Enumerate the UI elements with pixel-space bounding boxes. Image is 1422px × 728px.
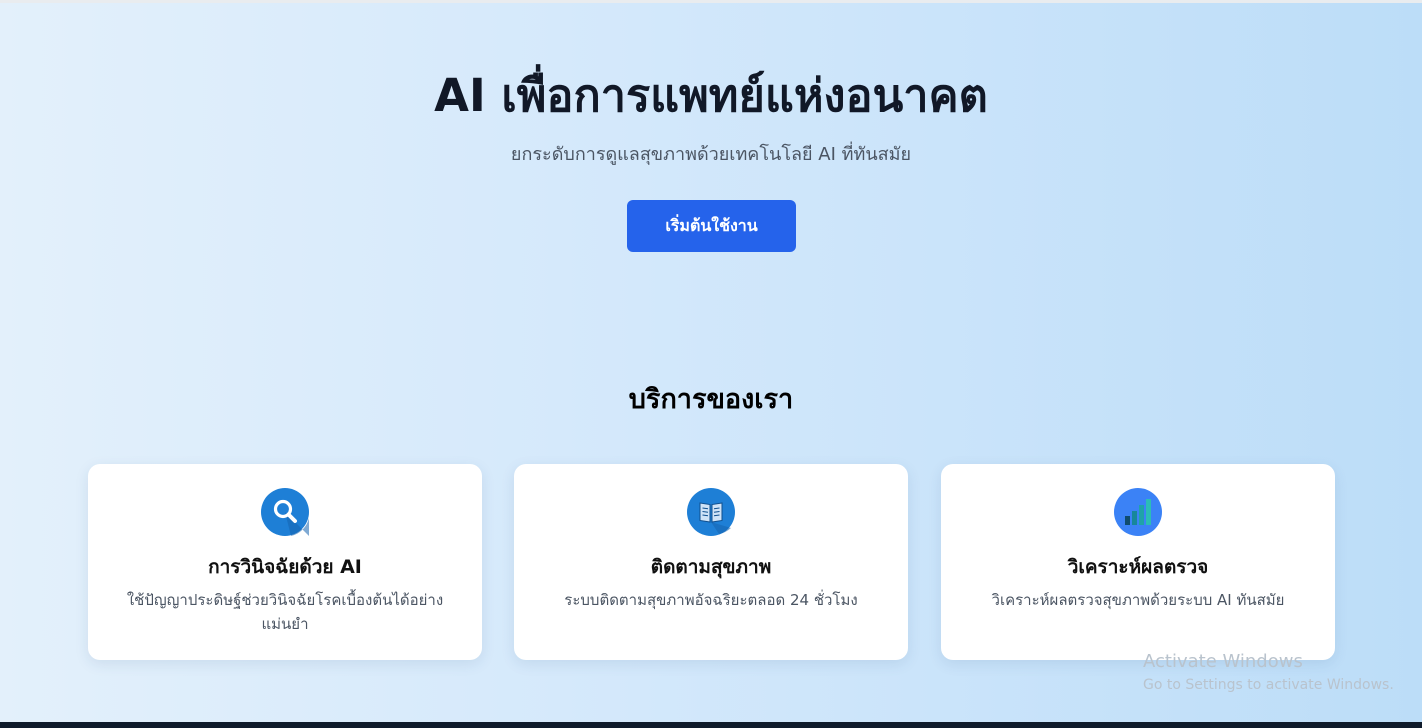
activate-windows-watermark: Activate Windows Go to Settings to activ… [1143, 651, 1394, 697]
service-card-title: ติดตามสุขภาพ [650, 556, 772, 578]
services-title: บริการของเรา [628, 384, 794, 415]
watermark-title: Activate Windows [1143, 651, 1303, 672]
watermark-subtitle: Go to Settings to activate Windows. [1143, 677, 1394, 693]
service-card-description: ใช้ปัญญาประดิษฐ์ช่วยวินิจฉัยโรคเบื้องต้น… [126, 591, 444, 633]
service-card-description: วิเคราะห์ผลตรวจสุขภาพด้วยระบบ AI ทันสมัย [991, 591, 1285, 609]
hero-subtitle: ยกระดับการดูแลสุขภาพด้วยเทคโนโลยี AI ที่… [510, 144, 912, 165]
bar-chart-icon [1114, 488, 1162, 536]
service-card-title: การวินิจฉัยด้วย AI [208, 556, 362, 578]
service-card-analysis[interactable]: วิเคราะห์ผลตรวจ วิเคราะห์ผลตรวจสุขภาพด้ว… [941, 464, 1335, 660]
service-card-monitoring[interactable]: ติดตามสุขภาพ ระบบติดตามสุขภาพอัจฉริยะตลอ… [514, 464, 908, 660]
book-icon [687, 488, 735, 536]
footer-edge [0, 722, 1422, 728]
service-card-description: ระบบติดตามสุขภาพอัจฉริยะตลอด 24 ชั่วโมง [564, 591, 858, 609]
magnifier-icon [261, 488, 309, 536]
service-card-title: วิเคราะห์ผลตรวจ [1067, 556, 1209, 578]
hero-title: AI เพื่อการแพทย์แห่งอนาคต [434, 69, 988, 122]
top-border [0, 0, 1422, 3]
get-started-button[interactable]: เริ่มต้นใช้งาน [627, 200, 796, 252]
service-card-diagnosis[interactable]: การวินิจฉัยด้วย AI ใช้ปัญญาประดิษฐ์ช่วยว… [88, 464, 482, 660]
